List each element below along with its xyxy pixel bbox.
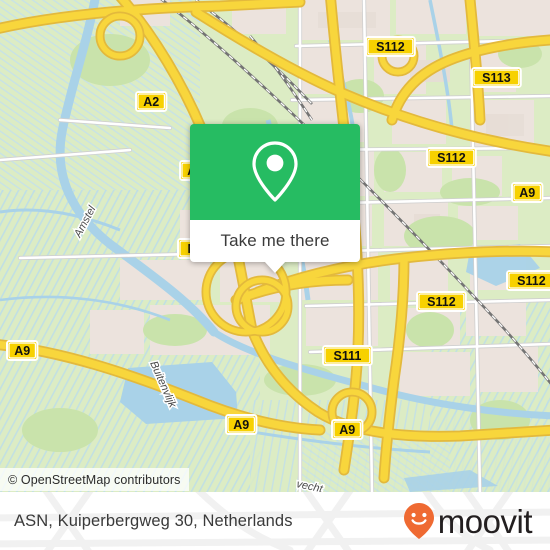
road-shield-s112: S112 — [426, 147, 477, 168]
popup-tail — [264, 261, 286, 273]
road-shield-s113: S113 — [471, 67, 522, 88]
road-shield-a9: A9 — [225, 414, 258, 435]
road-shield-s112: S112 — [365, 36, 416, 57]
road-shield-label: S111 — [333, 349, 361, 363]
road-shield-label: S112 — [376, 40, 405, 54]
osm-attribution-text: © OpenStreetMap contributors — [8, 472, 181, 487]
road-shield-label: A9 — [519, 186, 535, 200]
road-shield-label: A2 — [143, 95, 159, 109]
take-me-there-label: Take me there — [220, 231, 330, 250]
road-shield-label: A9 — [233, 418, 249, 432]
destination-popup-card[interactable]: Take me there — [190, 124, 360, 273]
osm-attribution[interactable]: © OpenStreetMap contributors — [0, 468, 189, 491]
road-shield-a9: A9 — [331, 419, 364, 440]
popup-action-area[interactable]: Take me there — [190, 220, 360, 273]
road-shield-a2: A2 — [135, 91, 168, 112]
map-pin-icon — [252, 141, 298, 202]
road-shield-label: S112 — [437, 151, 466, 165]
road-shield-a9: A9 — [511, 182, 544, 203]
address-label: ASN, Kuiperbergweg 30, Netherlands — [14, 492, 293, 550]
address-text: ASN, Kuiperbergweg 30, Netherlands — [14, 511, 293, 530]
road-shield-s112: S112 — [506, 270, 550, 291]
road-shield-label: S113 — [482, 71, 511, 85]
moovit-wordmark: moovit — [437, 502, 533, 540]
road-shield-label: A9 — [14, 344, 30, 358]
screenshot-root: .f { fill:#dcecc4; } .bu { fill:#ece3dd;… — [0, 0, 550, 550]
popup-icon-area — [190, 124, 360, 220]
footer-bar: ASN, Kuiperbergweg 30, Netherlands moovi… — [0, 492, 550, 550]
moovit-logo[interactable]: moovit — [402, 492, 533, 550]
road-shield-label: S112 — [517, 274, 546, 288]
road-shield-s112: S112 — [416, 291, 467, 312]
moovit-pin-smiley-icon — [403, 503, 434, 539]
road-shield-s111: S111 — [322, 345, 373, 366]
road-shield-label: A9 — [339, 423, 355, 437]
road-shield-label: S112 — [427, 295, 456, 309]
road-shield-a9: A9 — [6, 340, 39, 361]
